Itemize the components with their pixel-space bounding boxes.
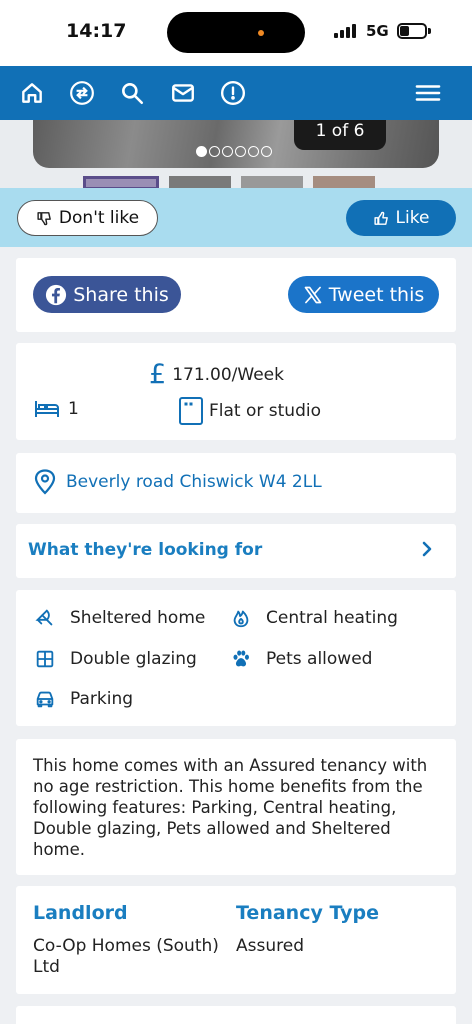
description-text: This home comes with an Assured tenancy … [33, 756, 428, 859]
like-button[interactable]: Like [346, 200, 456, 236]
pagination-dot[interactable] [235, 146, 246, 157]
features-card: Sheltered home Central heating Double gl… [16, 590, 456, 726]
landlord-value: Co-Op Homes (South) Ltd [33, 936, 219, 977]
address-text: Beverly road Chiswick W4 2LL [66, 472, 322, 492]
pagination-dot[interactable] [196, 146, 207, 157]
description-card: This home comes with an Assured tenancy … [16, 739, 456, 875]
pagination-dot[interactable] [222, 146, 233, 157]
property-type: Flat or studio [179, 397, 321, 425]
landlord-heading: Landlord [33, 902, 128, 924]
facebook-share-button[interactable]: Share this [33, 276, 181, 313]
battery-icon [397, 23, 427, 39]
feature-heating: Central heating [230, 607, 398, 629]
landlord-card: Landlord Co-Op Homes (South) Ltd Tenancy… [16, 886, 456, 994]
location-pin-icon [34, 469, 56, 495]
swap-icon[interactable] [67, 78, 97, 108]
twitter-share-button[interactable]: Tweet this [288, 276, 439, 313]
share-label: Share this [73, 283, 169, 306]
network-type: 5G [366, 22, 389, 40]
tenancy-type-heading: Tenancy Type [236, 902, 380, 924]
status-time: 14:17 [66, 20, 127, 42]
feature-label: Double glazing [70, 649, 197, 669]
feature-label: Parking [70, 689, 134, 709]
feature-sheltered: Sheltered home [34, 607, 205, 629]
photo-counter: 1 of 6 [294, 120, 386, 150]
mail-icon[interactable] [168, 78, 198, 108]
paw-icon [233, 650, 249, 667]
pagination-dot[interactable] [248, 146, 259, 157]
dislike-label: Don't like [58, 208, 140, 228]
chevron-right-icon [422, 541, 432, 557]
thumbnail-strip[interactable] [83, 176, 375, 188]
home-icon[interactable] [17, 78, 47, 108]
x-logo-icon [304, 286, 322, 303]
feature-label: Central heating [266, 608, 398, 628]
price-value: 171.00/Week [172, 364, 284, 385]
like-label: Like [395, 208, 430, 228]
photo-gallery[interactable]: 1 of 6 [0, 120, 472, 188]
thumbnail[interactable] [169, 176, 231, 188]
feature-parking: Parking [34, 688, 133, 710]
signal-icon [334, 24, 358, 38]
like-bar: Don't like Like [0, 188, 472, 247]
top-nav [0, 66, 472, 120]
facebook-icon [46, 284, 67, 305]
summary-card: £ 171.00/Week 1 Flat or studio [16, 343, 456, 440]
menu-icon[interactable] [412, 78, 444, 108]
tweet-label: Tweet this [328, 283, 425, 306]
address-card[interactable]: Beverly road Chiswick W4 2LL [16, 453, 456, 513]
feature-glazing: Double glazing [34, 648, 197, 670]
pound-icon: £ [149, 359, 167, 390]
bed-icon [35, 401, 59, 417]
alert-icon[interactable] [218, 78, 248, 108]
bedrooms: 1 [34, 399, 79, 419]
car-icon [36, 691, 54, 708]
feature-label: Pets allowed [266, 649, 373, 669]
share-card: Share this Tweet this [16, 258, 456, 332]
tenancy-type-value: Assured [236, 936, 304, 956]
search-icon[interactable] [117, 78, 147, 108]
pagination-dot[interactable] [261, 146, 272, 157]
bedrooms-count: 1 [68, 399, 79, 419]
property-type-label: Flat or studio [209, 401, 321, 421]
looking-for-title: What they're looking for [28, 540, 263, 560]
thumbs-up-icon [373, 211, 388, 225]
thumbnail[interactable] [83, 176, 159, 188]
gallery-pagination[interactable] [196, 146, 272, 157]
door-icon [179, 397, 203, 425]
window-icon [36, 650, 54, 668]
thumbnail[interactable] [241, 176, 303, 188]
price: £ 171.00/Week [149, 361, 284, 388]
dislike-button[interactable]: Don't like [17, 200, 158, 236]
thumbnail[interactable] [313, 176, 375, 188]
dynamic-island [167, 12, 305, 53]
thumbs-down-icon [37, 211, 51, 225]
looking-for-card[interactable]: What they're looking for [16, 524, 456, 578]
feature-label: Sheltered home [70, 608, 206, 628]
flame-icon [233, 610, 249, 628]
umbrella-icon [35, 609, 53, 626]
feature-pets: Pets allowed [230, 648, 372, 670]
address[interactable]: Beverly road Chiswick W4 2LL [34, 469, 322, 495]
status-bar: 14:17 5G [0, 0, 472, 66]
pagination-dot[interactable] [209, 146, 220, 157]
next-card [16, 1006, 456, 1024]
